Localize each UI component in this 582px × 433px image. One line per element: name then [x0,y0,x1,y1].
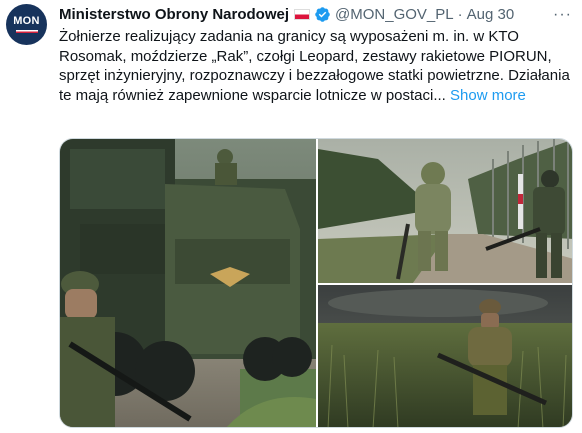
more-options-icon[interactable]: ··· [553,6,572,24]
header-separator: · [457,5,463,23]
avatar-flag-stripe [15,30,38,33]
avatar-logo-text: MON [13,15,40,27]
soldiers-border-road-photo[interactable] [318,139,572,283]
verified-badge-icon [315,6,330,22]
tweet-text: Żołnierze realizujący zadania na granicy… [59,27,579,105]
author-name[interactable]: Ministerstwo Obrony Narodowej [59,6,289,23]
soldier-in-field-photo[interactable] [318,285,572,427]
tweet-header: Ministerstwo Obrony Narodowej @MON_GOV_P… [59,5,514,23]
armored-vehicles-photo[interactable] [60,139,316,427]
author-handle[interactable]: @MON_GOV_PL [335,6,454,23]
avatar[interactable]: MON [6,4,47,45]
poland-flag-icon [294,8,311,20]
tweet-date[interactable]: Aug 30 [467,6,515,23]
media-grid [59,138,573,428]
show-more-link[interactable]: Show more [450,87,526,104]
